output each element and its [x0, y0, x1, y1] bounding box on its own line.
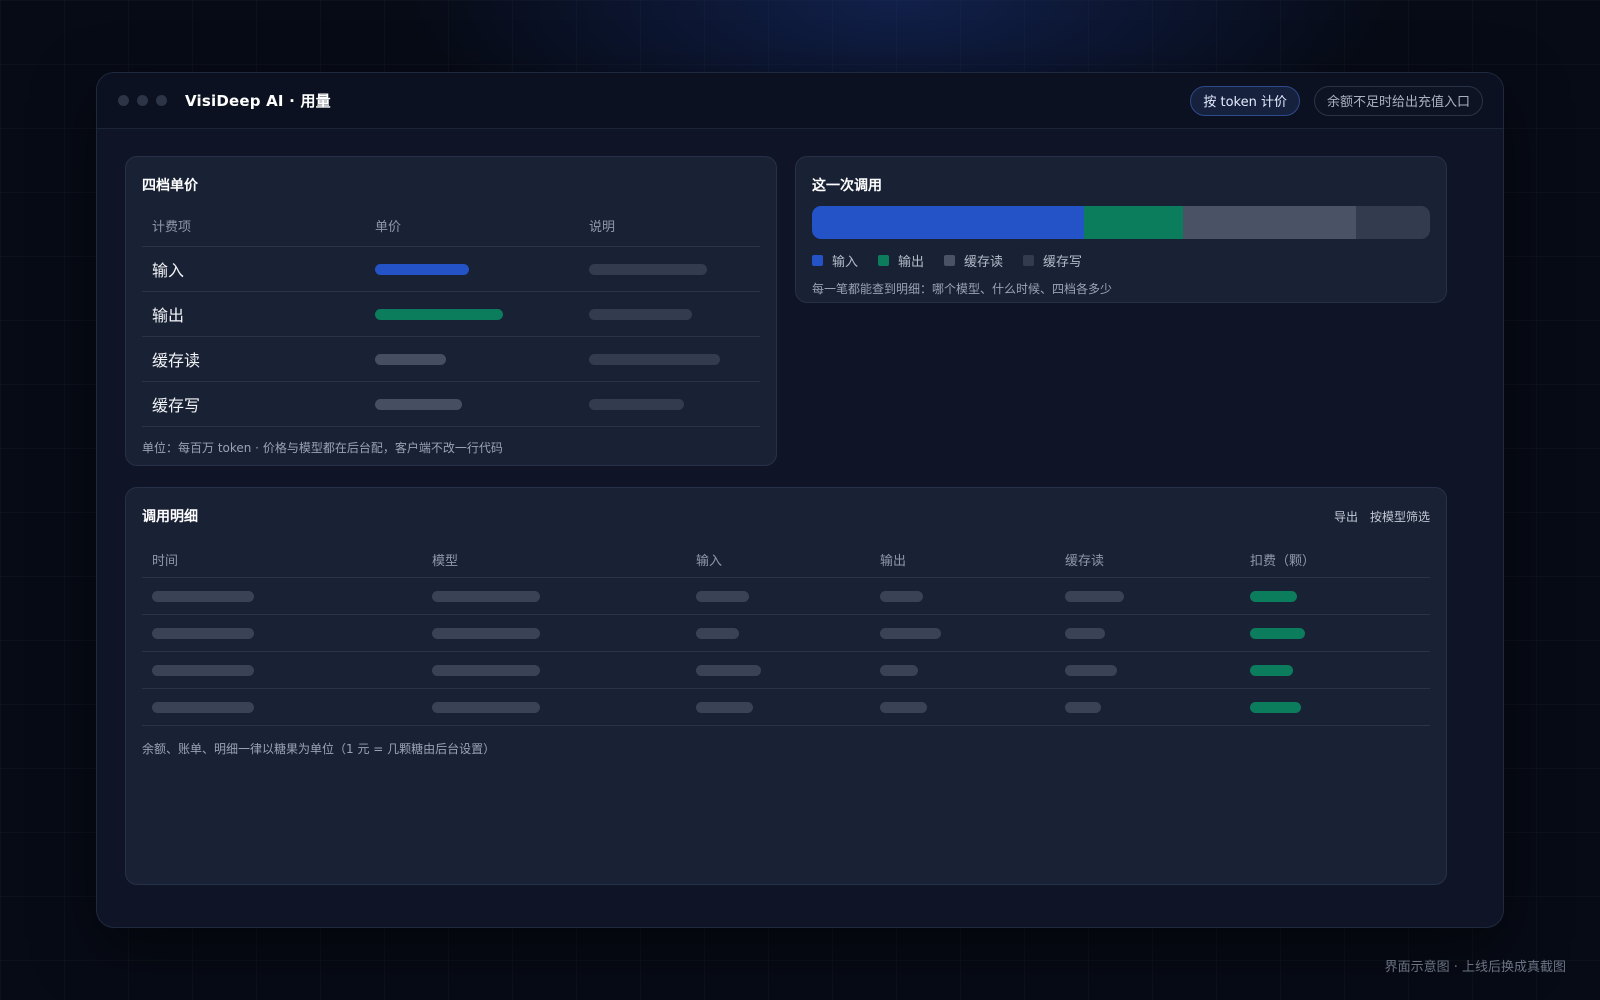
segment-output [1083, 206, 1183, 239]
token-breakdown-bar [812, 206, 1430, 239]
segment-cache-write [1355, 206, 1430, 239]
pricing-row-input: 输入 [142, 247, 760, 292]
detail-table: 时间 模型 输入 输出 缓存读 扣费（颗） [142, 542, 1430, 726]
output-placeholder-bar [880, 701, 927, 713]
input-placeholder-bar [696, 664, 761, 676]
cache-read-placeholder-bar [1065, 590, 1124, 602]
pricing-card-title: 四档单价 [142, 178, 198, 194]
close-dot-icon[interactable] [118, 95, 129, 106]
input-placeholder-bar [696, 590, 749, 602]
segment-input [812, 206, 1084, 239]
model-placeholder-bar [432, 590, 540, 602]
table-row[interactable] [142, 615, 1430, 652]
model-placeholder-bar [432, 664, 540, 676]
app-window: VisiDeep AI · 用量 按 token 计价 余额不足时给出充值入口 … [96, 72, 1504, 928]
charge-placeholder-bar [1250, 701, 1301, 713]
model-placeholder-bar [432, 701, 540, 713]
export-button[interactable]: 导出 [1334, 508, 1358, 525]
pricing-row-output: 输出 [142, 292, 760, 337]
price-placeholder-bar [375, 263, 469, 275]
input-placeholder-bar [696, 627, 739, 639]
model-placeholder-bar [432, 627, 540, 639]
legend-label: 缓存写 [1043, 255, 1083, 270]
column-header-output: 输出 [880, 554, 907, 569]
app-title: VisiDeep AI · 用量 [185, 92, 331, 110]
call-detail-card: 调用明细 导出 按模型筛选 时间 模型 输入 输出 缓存读 扣费（颗） 余额、账… [125, 487, 1447, 885]
time-placeholder-bar [152, 664, 254, 676]
column-header-price: 单价 [375, 220, 402, 235]
legend-label: 缓存读 [964, 255, 1004, 270]
legend-swatch-icon [944, 255, 956, 266]
price-placeholder-bar [375, 398, 462, 410]
recharge-hint-badge[interactable]: 余额不足时给出充值入口 [1313, 85, 1483, 116]
charge-placeholder-bar [1250, 664, 1293, 676]
legend-swatch-icon [1023, 255, 1035, 266]
detail-card-title: 调用明细 [142, 509, 198, 525]
table-row[interactable] [142, 652, 1430, 689]
detail-table-header: 时间 模型 输入 输出 缓存读 扣费（颗） [142, 542, 1430, 578]
minimize-dot-icon[interactable] [137, 95, 148, 106]
pricing-row-cache-read: 缓存读 [142, 337, 760, 382]
column-header-time: 时间 [152, 554, 179, 569]
desc-placeholder-bar [589, 353, 720, 365]
pricing-table: 计费项 单价 说明 输入 输出 缓存读 缓存写 [142, 205, 760, 427]
pricing-unit-note: 单位：每百万 token · 价格与模型都在后台配，客户端不改一行代码 [142, 441, 503, 455]
pricing-row-label: 缓存读 [152, 351, 201, 370]
segment-cache-read [1182, 206, 1356, 239]
output-placeholder-bar [880, 664, 918, 676]
legend-item-input: 输入 [812, 251, 858, 270]
legend-swatch-icon [878, 255, 890, 266]
time-placeholder-bar [152, 627, 254, 639]
column-header-cache-read: 缓存读 [1065, 554, 1105, 569]
pricing-table-header: 计费项 单价 说明 [142, 205, 760, 247]
table-row[interactable] [142, 578, 1430, 615]
legend-label: 输出 [898, 255, 925, 270]
output-placeholder-bar [880, 627, 941, 639]
pricing-row-label: 缓存写 [152, 396, 201, 415]
title-bar: VisiDeep AI · 用量 按 token 计价 余额不足时给出充值入口 [97, 73, 1503, 129]
time-placeholder-bar [152, 590, 254, 602]
pricing-card: 四档单价 计费项 单价 说明 输入 输出 缓存读 缓存写 单位：每百万 toke… [125, 156, 777, 466]
pricing-row-cache-write: 缓存写 [142, 382, 760, 427]
window-controls [118, 95, 167, 106]
pricing-row-label: 输入 [152, 261, 185, 280]
charge-placeholder-bar [1250, 590, 1297, 602]
token-legend: 输入 输出 缓存读 缓存写 [812, 251, 1430, 270]
table-row[interactable] [142, 689, 1430, 726]
time-placeholder-bar [152, 701, 254, 713]
input-placeholder-bar [696, 701, 753, 713]
column-header-charge: 扣费（颗） [1250, 554, 1316, 569]
filter-by-model-button[interactable]: 按模型筛选 [1370, 508, 1430, 525]
pricing-row-label: 输出 [152, 306, 185, 325]
maximize-dot-icon[interactable] [156, 95, 167, 106]
legend-item-output: 输出 [878, 251, 924, 270]
legend-item-cache-read: 缓存读 [944, 251, 1003, 270]
legend-item-cache-write: 缓存写 [1023, 251, 1082, 270]
price-placeholder-bar [375, 308, 503, 320]
output-placeholder-bar [880, 590, 923, 602]
column-header-input: 输入 [696, 554, 723, 569]
cache-read-placeholder-bar [1065, 627, 1105, 639]
column-header-item: 计费项 [152, 220, 192, 235]
legend-label: 输入 [832, 255, 859, 270]
desc-placeholder-bar [589, 263, 707, 275]
price-placeholder-bar [375, 353, 446, 365]
column-header-model: 模型 [432, 554, 459, 569]
legend-swatch-icon [812, 255, 823, 266]
candy-unit-note: 余额、账单、明细一律以糖果为单位（1 元 = 几颗糖由后台设置） [142, 742, 496, 756]
call-card: 这一次调用 输入 输出 缓存读 缓存写 每一笔都能查到明细：哪个模型、什么时候、… [795, 156, 1447, 303]
cache-read-placeholder-bar [1065, 701, 1101, 713]
call-detail-note: 每一笔都能查到明细：哪个模型、什么时候、四档各多少 [812, 282, 1113, 296]
column-header-desc: 说明 [589, 220, 616, 235]
mockup-caption: 界面示意图 · 上线后换成真截图 [1384, 960, 1566, 975]
pricing-mode-badge[interactable]: 按 token 计价 [1190, 85, 1300, 116]
call-card-title: 这一次调用 [812, 178, 882, 194]
cache-read-placeholder-bar [1065, 664, 1117, 676]
detail-header: 调用明细 导出 按模型筛选 [142, 506, 1430, 526]
charge-placeholder-bar [1250, 627, 1305, 639]
desc-placeholder-bar [589, 308, 692, 320]
desc-placeholder-bar [589, 398, 684, 410]
